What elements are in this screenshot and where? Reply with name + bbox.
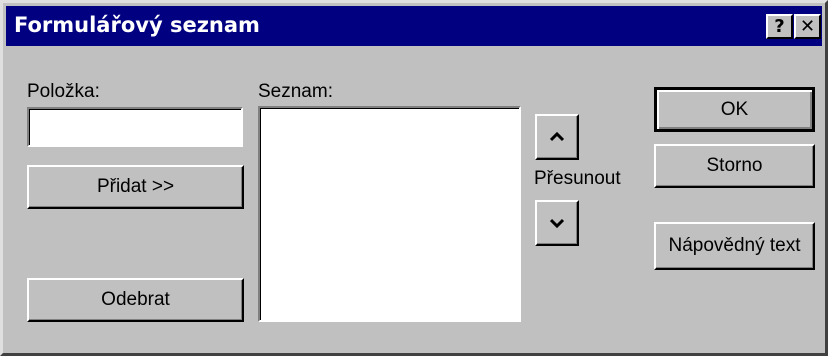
remove-button[interactable]: Odebrat [27,278,244,322]
add-button[interactable]: Přidat >> [27,165,244,209]
help-button[interactable]: ? [766,14,793,39]
form-list-dialog: Formulářový seznam ? ✕ Položka: Přidat >… [0,0,828,356]
item-input[interactable] [27,107,243,147]
move-up-button[interactable] [535,114,579,160]
window-title: Formulářový seznam [14,13,260,37]
help-text-button[interactable]: Nápovědný text [654,222,815,270]
move-label: Přesunout [534,168,621,189]
chevron-up-icon [550,132,564,142]
title-bar: Formulářový seznam ? ✕ [6,6,822,46]
list-box[interactable] [258,106,521,322]
item-label: Položka: [27,81,100,102]
list-label: Seznam: [258,81,333,102]
move-down-button[interactable] [535,200,579,246]
chevron-down-icon [550,218,564,228]
close-icon: ✕ [799,15,816,37]
ok-button[interactable]: OK [654,87,815,132]
cancel-button[interactable]: Storno [654,144,815,188]
close-button[interactable]: ✕ [794,14,821,39]
